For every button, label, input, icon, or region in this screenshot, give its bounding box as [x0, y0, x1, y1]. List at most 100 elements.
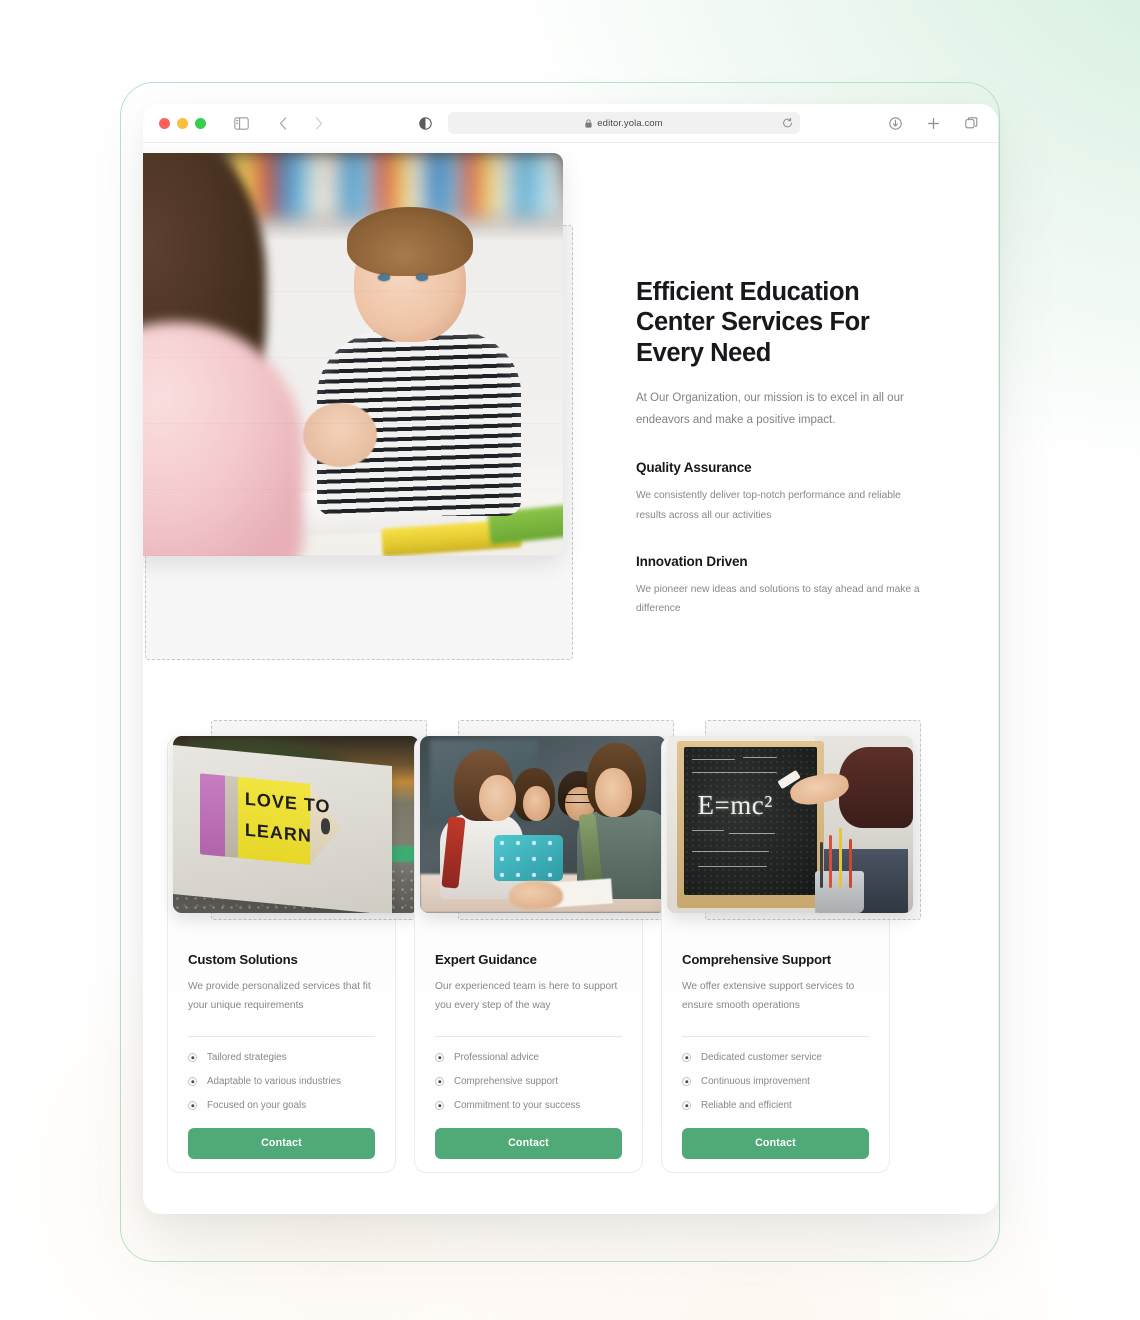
service-card-comprehensive-support[interactable]: E=mc² Comprehensive Support We offer ext… [661, 720, 921, 1173]
bullet-icon [435, 1077, 444, 1087]
feature-title: Quality Assurance [636, 459, 752, 475]
address-bar-content: editor.yola.com [585, 117, 663, 129]
hero-section: Efficient Education Center Services For … [143, 143, 998, 660]
list-item: Dedicated customer service [682, 1052, 869, 1063]
reader-mode-icon[interactable] [414, 112, 436, 134]
hero-image-content [143, 153, 563, 556]
list-item: Adaptable to various industries [188, 1076, 375, 1087]
plus-icon[interactable] [922, 112, 944, 134]
list-item: Reliable and efficient [682, 1100, 869, 1111]
card-feature-list: Tailored strategies Adaptable to various… [188, 1052, 375, 1111]
browser-toolbar: editor.yola.com [143, 104, 998, 143]
card-image[interactable] [420, 736, 666, 913]
card-divider [682, 1036, 869, 1038]
card-divider [435, 1036, 622, 1038]
service-card-custom-solutions[interactable]: LOVE TO LEARN Custom Solutions We provid… [167, 720, 427, 1173]
list-item: Commitment to your success [435, 1100, 622, 1111]
card3-photo-teacher-sleeve [839, 746, 913, 829]
list-item-label: Professional advice [454, 1052, 539, 1064]
hero-photo-watermark-overlay [143, 153, 563, 556]
service-card-expert-guidance[interactable]: Expert Guidance Our experienced team is … [414, 720, 674, 1173]
bullet-icon [682, 1053, 691, 1063]
contact-button[interactable]: Contact [435, 1128, 622, 1160]
browser-window: editor.yola.com Efficient Education Cent… [143, 104, 998, 1214]
feature-innovation-driven: Innovation Driven We pioneer new ideas a… [636, 554, 936, 620]
hero-title: Efficient Education Center Services For … [636, 278, 870, 367]
service-cards-row: LOVE TO LEARN Custom Solutions We provid… [167, 720, 972, 1173]
card-image-content: E=mc² [667, 736, 913, 913]
card2-photo-teal-bag [493, 835, 563, 882]
address-bar[interactable]: editor.yola.com [448, 112, 800, 134]
back-icon[interactable] [272, 112, 294, 134]
bullet-icon [188, 1101, 197, 1111]
list-item-label: Focused on your goals [207, 1100, 307, 1112]
list-item-label: Comprehensive support [454, 1076, 559, 1088]
list-item-label: Reliable and efficient [701, 1100, 792, 1112]
feature-text: We consistently deliver top-notch perfor… [636, 489, 901, 521]
website-canvas: Efficient Education Center Services For … [143, 143, 998, 1214]
list-item: Tailored strategies [188, 1052, 375, 1063]
navigation-arrows[interactable] [272, 112, 330, 134]
card3-photo-chalk-dust [684, 746, 818, 896]
url-text: editor.yola.com [597, 117, 663, 129]
zoom-window-button[interactable] [195, 117, 206, 129]
window-controls[interactable] [159, 117, 206, 129]
card-title: Expert Guidance [435, 952, 537, 967]
lock-icon [585, 118, 592, 128]
list-item-label: Continuous improvement [701, 1076, 810, 1088]
card3-photo-formula-line [692, 850, 770, 853]
card3-photo-formula-line [697, 865, 767, 867]
card-image[interactable]: E=mc² [667, 736, 913, 913]
contact-button[interactable]: Contact [188, 1128, 375, 1160]
card3-photo-formula-line [692, 758, 735, 760]
card-image-content: LOVE TO LEARN [173, 736, 419, 913]
list-item: Comprehensive support [435, 1076, 622, 1087]
contact-button[interactable]: Contact [682, 1128, 869, 1160]
list-item-label: Tailored strategies [207, 1052, 287, 1064]
bullet-icon [682, 1101, 691, 1111]
card-title: Comprehensive Support [682, 952, 831, 967]
hero-subtitle: At Our Organization, our mission is to e… [636, 392, 904, 426]
bullet-icon [188, 1053, 197, 1063]
bullet-icon [188, 1077, 197, 1087]
card2-photo-bag-pattern [493, 835, 563, 882]
card-title: Custom Solutions [188, 952, 298, 967]
card2-photo-student1-face [479, 774, 516, 821]
list-item-label: Dedicated customer service [701, 1052, 822, 1064]
list-item: Continuous improvement [682, 1076, 869, 1087]
card3-photo-pencil-red [829, 835, 833, 889]
tab-overview-icon[interactable] [960, 112, 982, 134]
bullet-icon [435, 1053, 444, 1063]
card3-photo-pencil-dark [819, 842, 823, 889]
card1-photo-pencil-eraser [200, 773, 226, 858]
list-item: Focused on your goals [188, 1100, 375, 1111]
forward-icon[interactable] [308, 112, 330, 134]
card2-photo-hands [508, 881, 563, 910]
card-description: We offer extensive support services to e… [682, 981, 855, 1011]
hero-image[interactable] [143, 153, 563, 556]
hero-image-selection-box[interactable] [143, 153, 573, 660]
close-window-button[interactable] [159, 117, 170, 129]
sidebar-icon[interactable] [230, 112, 252, 134]
card1-photo-pencil-lead [320, 817, 331, 835]
address-bar-container: editor.yola.com [340, 112, 874, 134]
card1-photo-pencil-ferrule [225, 775, 238, 859]
card-divider [188, 1036, 375, 1038]
reload-icon[interactable] [782, 117, 793, 129]
list-item-label: Adaptable to various industries [207, 1076, 341, 1088]
card1-photo-pencil-mural: LOVE TO LEARN [200, 773, 340, 868]
minimize-window-button[interactable] [177, 117, 188, 129]
card3-photo-pencil-yellow [839, 828, 843, 889]
card3-photo-equation-text: E=mc² [697, 789, 773, 820]
card-image-content [420, 736, 666, 913]
card-description: We provide personalized services that fi… [188, 981, 371, 1011]
card-description: Our experienced team is here to support … [435, 981, 618, 1011]
download-icon[interactable] [884, 112, 906, 134]
bullet-icon [682, 1077, 691, 1087]
card-feature-list: Dedicated customer service Continuous im… [682, 1052, 869, 1111]
hero-text-column: Efficient Education Center Services For … [636, 277, 936, 619]
card-image[interactable]: LOVE TO LEARN [173, 736, 419, 913]
card3-photo-formula-line [729, 832, 775, 835]
card2-photo-student2-face [523, 785, 551, 821]
feature-title: Innovation Driven [636, 553, 748, 569]
